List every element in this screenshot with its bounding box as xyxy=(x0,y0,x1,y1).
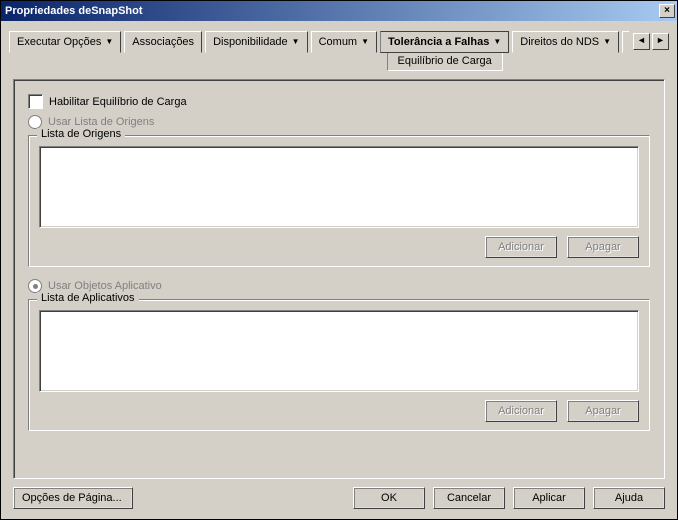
scroll-left-button[interactable]: ◄ xyxy=(633,33,650,50)
sources-delete-button[interactable]: Apagar xyxy=(567,236,639,258)
apps-delete-button[interactable]: Apagar xyxy=(567,400,639,422)
tab-disponibilidade[interactable]: Disponibilidade ▼ xyxy=(205,31,308,53)
tab-scroll-controls: ◄ ► xyxy=(633,31,669,50)
dialog-body: Executar Opções ▼ Associações Disponibil… xyxy=(1,21,677,519)
dropdown-icon: ▼ xyxy=(361,38,369,46)
dropdown-icon: ▼ xyxy=(105,38,113,46)
chevron-left-icon: ◄ xyxy=(637,35,646,45)
page-options-button[interactable]: Opções de Página... xyxy=(13,487,133,509)
tab-strip: Executar Opções ▼ Associações Disponibil… xyxy=(1,21,677,71)
sources-group: Lista de Origens Adicionar Apagar xyxy=(28,135,650,267)
enable-load-balance-label: Habilitar Equilíbrio de Carga xyxy=(49,96,187,108)
help-button[interactable]: Ajuda xyxy=(593,487,665,509)
tab-label: Executar Opções xyxy=(17,36,101,48)
use-apps-label: Usar Objetos Aplicativo xyxy=(48,280,162,292)
tab-label: Comum xyxy=(319,36,358,48)
tab-label: Disponibilidade xyxy=(213,36,288,48)
tab-direitos-nds[interactable]: Direitos do NDS ▼ xyxy=(512,31,619,53)
use-apps-radio[interactable] xyxy=(28,279,42,293)
tab-comum[interactable]: Comum ▼ xyxy=(311,31,377,53)
titlebar: Propriedades deSnapShot × xyxy=(1,1,677,21)
ok-button[interactable]: OK xyxy=(353,487,425,509)
chevron-right-icon: ► xyxy=(656,35,665,45)
properties-dialog: Propriedades deSnapShot × Executar Opçõe… xyxy=(0,0,678,520)
close-button[interactable]: × xyxy=(659,4,675,18)
sources-listbox[interactable] xyxy=(39,146,639,228)
tab-associacoes[interactable]: Associações xyxy=(124,31,202,53)
cancel-button[interactable]: Cancelar xyxy=(433,487,505,509)
apps-listbox[interactable] xyxy=(39,310,639,392)
tab-overflow[interactable]: Ou xyxy=(622,31,629,53)
tab-label: Tolerância a Falhas xyxy=(388,36,489,48)
use-sources-radio[interactable] xyxy=(28,115,42,129)
use-apps-row: Usar Objetos Aplicativo xyxy=(28,279,650,293)
use-sources-label: Usar Lista de Origens xyxy=(48,116,154,128)
window-title: Propriedades deSnapShot xyxy=(5,5,657,17)
tab-panel: Habilitar Equilíbrio de Carga Usar Lista… xyxy=(13,79,665,479)
tab-label: Direitos do NDS xyxy=(520,36,599,48)
apps-add-button[interactable]: Adicionar xyxy=(485,400,557,422)
dropdown-icon: ▼ xyxy=(292,38,300,46)
tab-label: Associações xyxy=(132,36,194,48)
dialog-footer: Opções de Página... OK Cancelar Aplicar … xyxy=(1,479,677,519)
use-sources-row: Usar Lista de Origens xyxy=(28,115,650,129)
sources-add-button[interactable]: Adicionar xyxy=(485,236,557,258)
enable-row: Habilitar Equilíbrio de Carga xyxy=(28,94,650,109)
apps-legend: Lista de Aplicativos xyxy=(37,292,139,304)
dropdown-icon: ▼ xyxy=(493,38,501,46)
sources-legend: Lista de Origens xyxy=(37,128,125,140)
enable-load-balance-checkbox[interactable] xyxy=(28,94,43,109)
tabs-container: Executar Opções ▼ Associações Disponibil… xyxy=(9,31,629,71)
apply-button[interactable]: Aplicar xyxy=(513,487,585,509)
tab-tolerancia-falhas[interactable]: Tolerância a Falhas ▼ xyxy=(380,31,509,53)
dropdown-icon: ▼ xyxy=(603,38,611,46)
subtab-equilibrio-carga[interactable]: Equilíbrio de Carga xyxy=(387,53,503,71)
tab-tolerancia-falhas-wrap: Tolerância a Falhas ▼ Equilíbrio de Carg… xyxy=(380,31,509,71)
scroll-right-button[interactable]: ► xyxy=(652,33,669,50)
tab-executar-opcoes[interactable]: Executar Opções ▼ xyxy=(9,31,121,53)
subtab-label: Equilíbrio de Carga xyxy=(398,55,492,67)
apps-group: Lista de Aplicativos Adicionar Apagar xyxy=(28,299,650,431)
